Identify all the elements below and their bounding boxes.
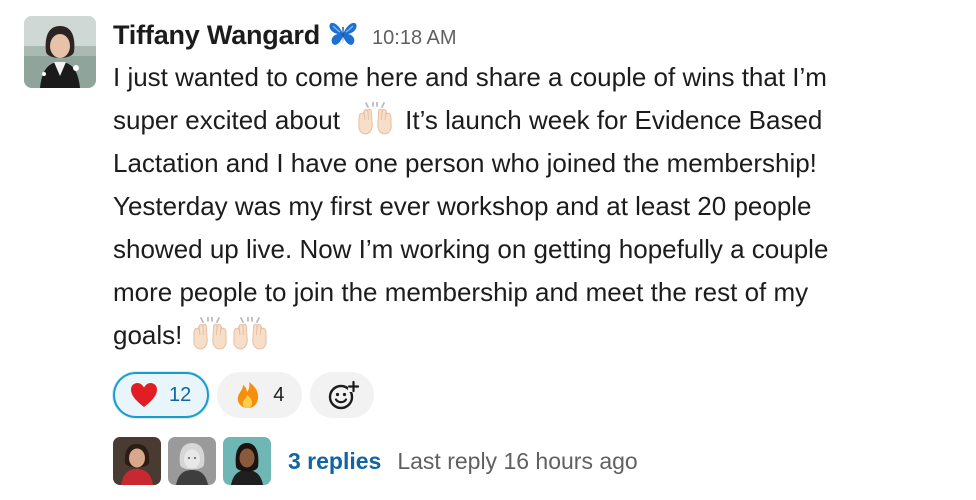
reaction-fire[interactable]: 4 [217,372,303,418]
sender-name[interactable]: Tiffany Wangard [113,20,320,51]
body-line: Yesterday was my first ever workshop and… [113,191,812,221]
message-header: Tiffany Wangard 10:18 AM [113,16,953,50]
body-line: goals! [113,320,183,350]
raised-hands-emoji [230,317,270,351]
body-line: I just wanted to come here and share a c… [113,62,827,92]
raised-hands-emoji [355,102,395,136]
thread-last-reply: Last reply 16 hours ago [397,447,638,474]
add-reaction-icon [327,380,360,410]
message-timestamp[interactable]: 10:18 AM [372,27,457,50]
butterfly-icon [328,20,358,48]
message-content: Tiffany Wangard 10:18 AM I just wanted t… [113,16,953,485]
reaction-heart[interactable]: 12 [113,372,210,418]
thread-summary[interactable]: 3 replies Last reply 16 hours ago [113,436,638,486]
heart-icon [129,380,159,410]
message: Tiffany Wangard 10:18 AM I just wanted t… [24,16,964,496]
reply-avatar [113,437,161,485]
raised-hands-emoji [190,317,230,351]
body-line: showed up live. Now I’m working on getti… [113,234,829,264]
fire-icon [233,380,263,410]
reply-avatar [223,437,271,485]
add-reaction-button[interactable] [310,372,375,418]
body-line: super excited about [113,105,340,135]
body-line: It’s launch week for Evidence Based [405,105,823,135]
message-body: I just wanted to come here and share a c… [113,56,948,357]
thread-replies-link[interactable]: 3 replies [288,448,381,475]
reaction-count: 4 [273,383,285,406]
reaction-count: 12 [169,383,192,406]
reply-avatar [168,437,216,485]
sender-avatar[interactable] [24,16,96,88]
body-line: Lactation and I have one person who join… [113,148,817,178]
reaction-bar: 12 4 [113,372,375,418]
body-line: more people to join the membership and m… [113,277,809,307]
